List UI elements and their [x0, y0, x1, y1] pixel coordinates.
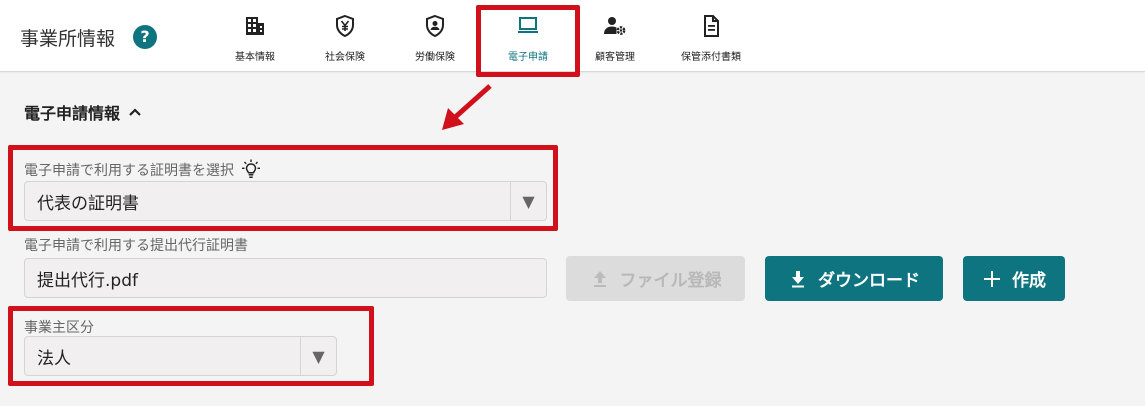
- tab-basic-info[interactable]: 基本情報: [226, 8, 284, 68]
- tab-label: 基本情報: [235, 52, 275, 63]
- chevron-up-icon: [129, 108, 141, 116]
- certificate-label-row: 電子申請で利用する証明書を選択: [24, 159, 262, 181]
- pointer-arrow-icon: [442, 84, 492, 130]
- page-title: 事業所情報: [20, 28, 116, 50]
- dropdown-arrow-icon[interactable]: ▼: [300, 337, 336, 375]
- proxy-certificate-file-name: 提出代行.pdf: [37, 270, 138, 291]
- section-header[interactable]: 電子申請情報: [24, 100, 142, 124]
- tab-stored-documents[interactable]: 保管添付書類: [670, 8, 752, 68]
- dropdown-arrow-icon[interactable]: ▼: [510, 182, 546, 220]
- header-bar: 事業所情報 ? 基本情報 社会保険 労働保険 電子申請 顧客管理 保管添付書類: [0, 0, 1145, 72]
- tab-label: 社会保険: [325, 52, 365, 63]
- person-shield-icon: [426, 14, 444, 38]
- business-type-select[interactable]: 法人 ▼: [24, 336, 337, 376]
- create-button[interactable]: 作成: [963, 256, 1065, 301]
- create-label: 作成: [1012, 271, 1046, 291]
- document-icon: [704, 15, 719, 37]
- lightbulb-icon[interactable]: [240, 159, 262, 181]
- tab-social-insurance[interactable]: 社会保険: [316, 8, 374, 68]
- file-upload-button[interactable]: ファイル登録: [566, 256, 745, 301]
- building-icon: [246, 17, 264, 35]
- business-type-label: 事業主区分: [24, 320, 94, 336]
- certificate-select[interactable]: 代表の証明書 ▼: [24, 181, 547, 221]
- tab-label: 顧客管理: [595, 52, 635, 63]
- tab-labor-insurance[interactable]: 労働保険: [406, 8, 464, 68]
- download-icon: [792, 270, 804, 287]
- tab-label: 保管添付書類: [681, 52, 741, 63]
- download-label: ダウンロード: [818, 271, 920, 291]
- proxy-certificate-label: 電子申請で利用する提出代行証明書: [24, 238, 248, 254]
- download-button[interactable]: ダウンロード: [765, 256, 943, 301]
- help-icon[interactable]: ?: [133, 25, 157, 49]
- yen-shield-icon: [336, 14, 354, 38]
- certificate-label: 電子申請で利用する証明書を選択: [24, 163, 234, 179]
- proxy-certificate-file-field[interactable]: 提出代行.pdf: [24, 258, 547, 298]
- business-type-label-row: 事業主区分: [24, 317, 94, 337]
- tab-label: 電子申請: [508, 52, 548, 63]
- business-type-select-value: 法人: [37, 348, 71, 369]
- certificate-select-value: 代表の証明書: [37, 193, 139, 214]
- section-title: 電子申請情報: [24, 104, 121, 123]
- laptop-icon: [518, 17, 538, 33]
- plus-icon: [984, 270, 1000, 287]
- tab-label: 労働保険: [415, 52, 455, 63]
- upload-icon: [593, 270, 606, 287]
- file-upload-label: ファイル登録: [619, 271, 722, 291]
- tab-customer-management[interactable]: 顧客管理: [586, 8, 644, 68]
- tab-electronic-application[interactable]: 電子申請: [494, 8, 562, 68]
- user-gear-icon: [604, 17, 626, 35]
- proxy-certificate-label-row: 電子申請で利用する提出代行証明書: [24, 235, 248, 255]
